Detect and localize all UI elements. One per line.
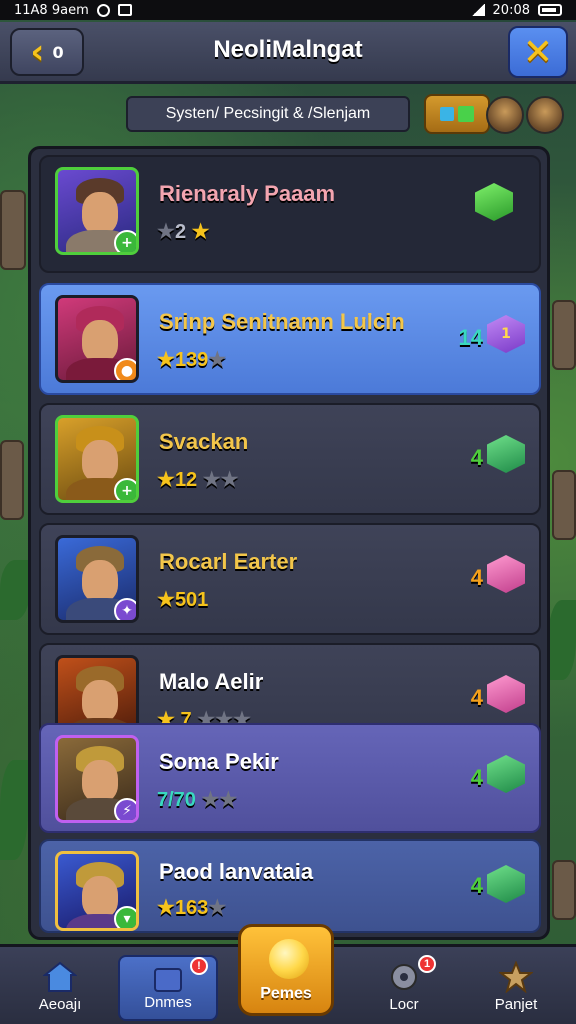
- sort-icon-blue: [440, 107, 454, 121]
- nav-profile-label: Panjet: [494, 996, 538, 1013]
- nav-items[interactable]: ! Dnmes: [118, 955, 218, 1021]
- hero-name: Svackan: [159, 429, 249, 454]
- gem-icon: [487, 435, 525, 473]
- hero-power: 4: [470, 873, 483, 898]
- notification-badge: !: [190, 957, 208, 975]
- hero-list: + Rienaraly Paaam ★2 ★ ● Srinp Senitnamn…: [28, 146, 550, 940]
- nav-settings[interactable]: 1 Locr: [354, 955, 454, 1021]
- hero-card[interactable]: + Rienaraly Paaam ★2 ★: [39, 155, 541, 273]
- player-avatar[interactable]: [486, 96, 524, 134]
- center-action-label: Pemes: [260, 985, 312, 1002]
- hero-level: ★2 ★: [157, 221, 210, 243]
- sword-badge-icon: ✦: [114, 598, 136, 620]
- gem-icon: [487, 865, 525, 903]
- star-icon: [499, 961, 533, 993]
- nav-items-label: Dnmes: [144, 994, 192, 1011]
- sort-icon-green: [458, 106, 474, 122]
- hero-level: 7/70 ★★: [157, 789, 238, 811]
- rank-badge-icon: ●: [114, 358, 136, 380]
- hero-level: ★163★: [157, 897, 227, 919]
- hero-portrait: +: [55, 415, 139, 503]
- page-title: NeoliMalngat: [213, 36, 363, 63]
- hero-portrait: +: [55, 167, 139, 255]
- box-icon: [154, 968, 182, 992]
- notification-icon: [117, 4, 132, 16]
- hero-name: Srinp Senitnamn Lulcin: [159, 309, 405, 334]
- signal-icon: [470, 4, 485, 16]
- hero-card-selected[interactable]: ● Srinp Senitnamn Lulcin ★139★ 14 1: [39, 283, 541, 395]
- hero-name: Rocarl Earter: [159, 549, 298, 574]
- gem-icon: 1: [487, 315, 525, 353]
- status-time-left: 11A8 9aem: [14, 2, 89, 18]
- hero-power: 14: [458, 325, 483, 350]
- filter-label: Systen/ Pecsingit & /Slenjam: [165, 105, 371, 122]
- gem-icon: [487, 755, 525, 793]
- hero-level: ★139★: [157, 349, 227, 371]
- hero-name: Malo Aelir: [159, 669, 264, 694]
- hero-card[interactable]: ⚡ Soma Pekir 7/70 ★★ 4: [39, 723, 541, 833]
- home-icon: [43, 961, 77, 992]
- hero-power: 4: [470, 565, 483, 590]
- shield-badge-icon: ▾: [114, 906, 136, 928]
- hero-portrait: ●: [55, 295, 139, 383]
- friend-avatar[interactable]: [526, 96, 564, 134]
- hero-name: Paod lanvataia: [159, 859, 314, 884]
- close-button[interactable]: ✕: [508, 26, 568, 78]
- hero-level: ★12 ★★: [157, 469, 239, 491]
- hero-portrait: ✦: [55, 535, 139, 623]
- gear-icon: [391, 964, 417, 990]
- gem-icon: [475, 183, 513, 221]
- hero-portrait: ⚡: [55, 735, 139, 823]
- do-not-disturb-icon: [96, 3, 110, 17]
- gem-icon: [487, 555, 525, 593]
- hero-card[interactable]: ▾ Paod lanvataia ★163★ 4: [39, 839, 541, 933]
- top-header: ‹ 0 NeoliMalngat ✕: [0, 22, 576, 84]
- plus-badge-icon: +: [114, 478, 136, 500]
- nav-profile[interactable]: Panjet: [466, 955, 566, 1021]
- hero-power: 4: [470, 765, 483, 790]
- nav-home[interactable]: Aeoajı: [10, 955, 110, 1021]
- status-bar: 11A8 9aem 20:08: [0, 0, 576, 20]
- filter-bar[interactable]: Systen/ Pecsingit & /Slenjam: [126, 96, 410, 132]
- plus-badge-icon: +: [114, 230, 136, 252]
- notification-badge: 1: [418, 955, 436, 973]
- hero-portrait: ▾: [55, 851, 139, 931]
- bolt-badge-icon: ⚡: [114, 798, 136, 820]
- gem-icon: [487, 675, 525, 713]
- hero-card[interactable]: + Svackan ★12 ★★ 4: [39, 403, 541, 515]
- hero-power: 4: [470, 445, 483, 470]
- orb-icon: [269, 939, 309, 979]
- sort-button[interactable]: [424, 94, 490, 134]
- nav-settings-label: Locr: [389, 996, 419, 1013]
- hero-name: Rienaraly Paaam: [159, 181, 336, 206]
- close-icon: ✕: [522, 31, 554, 73]
- hero-card[interactable]: ✦ Rocarl Earter ★501 4: [39, 523, 541, 635]
- status-time-right: 20:08: [492, 2, 530, 18]
- hero-name: Soma Pekir: [159, 749, 279, 774]
- hero-power: 4: [470, 685, 483, 710]
- hero-level: ★501: [157, 589, 209, 611]
- nav-home-label: Aeoajı: [38, 996, 82, 1013]
- battery-icon: [538, 4, 562, 16]
- center-action-button[interactable]: Pemes: [238, 924, 334, 1016]
